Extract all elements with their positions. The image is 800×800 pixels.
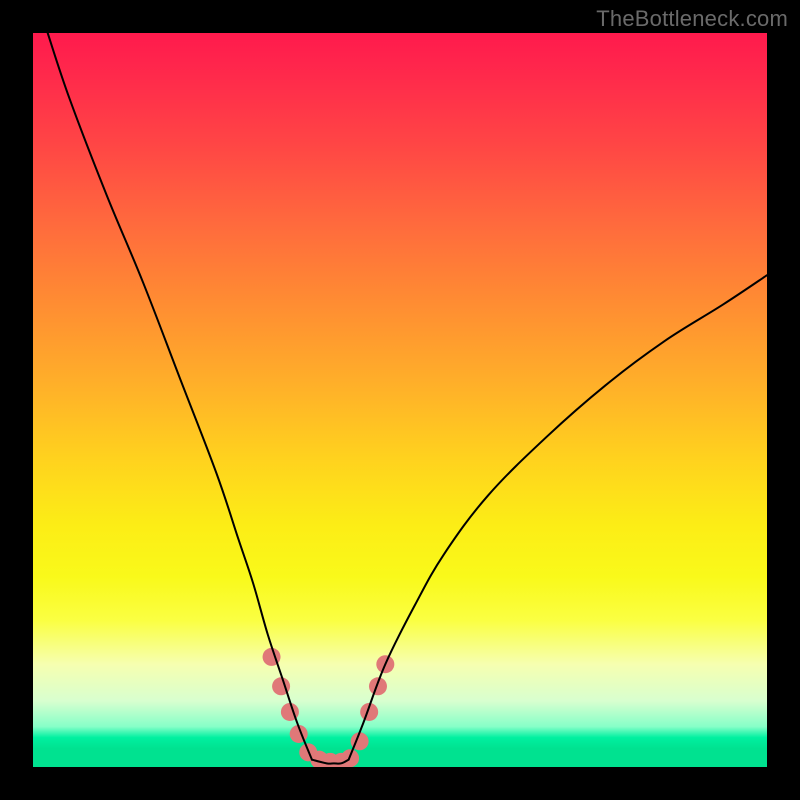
chart-frame: TheBottleneck.com xyxy=(0,0,800,800)
curve-layer xyxy=(48,33,767,764)
curves-svg xyxy=(33,33,767,767)
watermark-text: TheBottleneck.com xyxy=(596,6,788,32)
marker-layer xyxy=(263,648,395,767)
series-right-curve xyxy=(349,275,767,759)
plot-area xyxy=(33,33,767,767)
series-left-curve xyxy=(48,33,312,760)
